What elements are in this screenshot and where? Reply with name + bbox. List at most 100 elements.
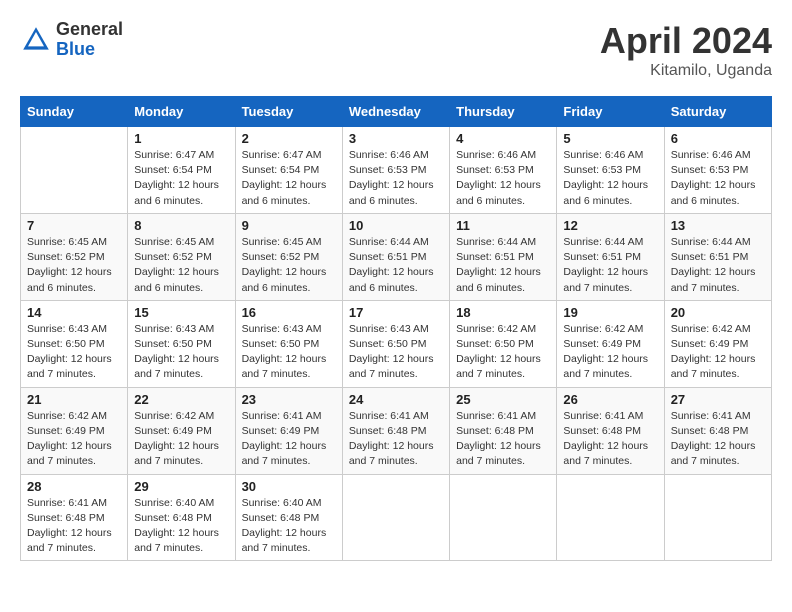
day-number: 3: [349, 131, 443, 146]
column-header-wednesday: Wednesday: [342, 97, 449, 127]
calendar-cell: 4 Sunrise: 6:46 AM Sunset: 6:53 PM Daylig…: [450, 127, 557, 214]
calendar-cell: 13 Sunrise: 6:44 AM Sunset: 6:51 PM Dayli…: [664, 213, 771, 300]
calendar-cell: 25 Sunrise: 6:41 AM Sunset: 6:48 PM Dayli…: [450, 387, 557, 474]
calendar-cell: 15 Sunrise: 6:43 AM Sunset: 6:50 PM Dayli…: [128, 300, 235, 387]
day-number: 12: [563, 218, 657, 233]
calendar-cell: 3 Sunrise: 6:46 AM Sunset: 6:53 PM Daylig…: [342, 127, 449, 214]
column-header-monday: Monday: [128, 97, 235, 127]
day-info: Sunrise: 6:47 AM Sunset: 6:54 PM Dayligh…: [134, 148, 228, 209]
column-header-saturday: Saturday: [664, 97, 771, 127]
day-number: 16: [242, 305, 336, 320]
calendar-cell: [664, 474, 771, 561]
calendar-cell: 28 Sunrise: 6:41 AM Sunset: 6:48 PM Dayli…: [21, 474, 128, 561]
calendar-table: SundayMondayTuesdayWednesdayThursdayFrid…: [20, 96, 772, 561]
day-number: 13: [671, 218, 765, 233]
month-title: April 2024: [600, 20, 772, 62]
calendar-cell: [342, 474, 449, 561]
calendar-cell: 17 Sunrise: 6:43 AM Sunset: 6:50 PM Dayli…: [342, 300, 449, 387]
column-header-sunday: Sunday: [21, 97, 128, 127]
calendar-cell: [450, 474, 557, 561]
day-info: Sunrise: 6:42 AM Sunset: 6:49 PM Dayligh…: [134, 409, 228, 470]
day-number: 8: [134, 218, 228, 233]
day-info: Sunrise: 6:44 AM Sunset: 6:51 PM Dayligh…: [349, 235, 443, 296]
day-info: Sunrise: 6:44 AM Sunset: 6:51 PM Dayligh…: [456, 235, 550, 296]
logo-icon: [20, 24, 52, 56]
day-info: Sunrise: 6:45 AM Sunset: 6:52 PM Dayligh…: [27, 235, 121, 296]
day-info: Sunrise: 6:41 AM Sunset: 6:49 PM Dayligh…: [242, 409, 336, 470]
day-info: Sunrise: 6:46 AM Sunset: 6:53 PM Dayligh…: [349, 148, 443, 209]
day-info: Sunrise: 6:44 AM Sunset: 6:51 PM Dayligh…: [563, 235, 657, 296]
day-info: Sunrise: 6:40 AM Sunset: 6:48 PM Dayligh…: [134, 496, 228, 557]
calendar-cell: 8 Sunrise: 6:45 AM Sunset: 6:52 PM Daylig…: [128, 213, 235, 300]
day-number: 10: [349, 218, 443, 233]
day-number: 26: [563, 392, 657, 407]
calendar-cell: 7Sunrise: 6:45 AM Sunset: 6:52 PM Daylig…: [21, 213, 128, 300]
calendar-cell: 22Sunrise: 6:42 AM Sunset: 6:49 PM Dayli…: [128, 387, 235, 474]
calendar-cell: 1 Sunrise: 6:47 AM Sunset: 6:54 PM Daylig…: [128, 127, 235, 214]
day-number: 4: [456, 131, 550, 146]
day-number: 6: [671, 131, 765, 146]
calendar-cell: 2 Sunrise: 6:47 AM Sunset: 6:54 PM Daylig…: [235, 127, 342, 214]
calendar-week-row: 21 Sunrise: 6:42 AM Sunset: 6:49 PM Dayli…: [21, 387, 772, 474]
calendar-cell: 9 Sunrise: 6:45 AM Sunset: 6:52 PM Daylig…: [235, 213, 342, 300]
day-info: Sunrise: 6:41 AM Sunset: 6:48 PM Dayligh…: [27, 496, 121, 557]
day-info: Sunrise: 6:46 AM Sunset: 6:53 PM Dayligh…: [671, 148, 765, 209]
day-info: Sunrise: 6:44 AM Sunset: 6:51 PM Dayligh…: [671, 235, 765, 296]
column-header-tuesday: Tuesday: [235, 97, 342, 127]
calendar-header-row: SundayMondayTuesdayWednesdayThursdayFrid…: [21, 97, 772, 127]
column-header-thursday: Thursday: [450, 97, 557, 127]
day-info: Sunrise: 6:41 AM Sunset: 6:48 PM Dayligh…: [456, 409, 550, 470]
calendar-week-row: 1 Sunrise: 6:47 AM Sunset: 6:54 PM Daylig…: [21, 127, 772, 214]
calendar-cell: 10 Sunrise: 6:44 AM Sunset: 6:51 PM Dayli…: [342, 213, 449, 300]
day-info: Sunrise: 6:43 AM Sunset: 6:50 PM Dayligh…: [242, 322, 336, 383]
day-number: 21: [27, 392, 121, 407]
logo: General Blue: [20, 20, 123, 60]
day-number: 20: [671, 305, 765, 320]
logo-blue: Blue: [56, 40, 123, 60]
calendar-cell: 11 Sunrise: 6:44 AM Sunset: 6:51 PM Dayli…: [450, 213, 557, 300]
day-info: Sunrise: 6:45 AM Sunset: 6:52 PM Dayligh…: [134, 235, 228, 296]
calendar-week-row: 7Sunrise: 6:45 AM Sunset: 6:52 PM Daylig…: [21, 213, 772, 300]
day-number: 5: [563, 131, 657, 146]
day-number: 15: [134, 305, 228, 320]
calendar-cell: 20Sunrise: 6:42 AM Sunset: 6:49 PM Dayli…: [664, 300, 771, 387]
day-info: Sunrise: 6:45 AM Sunset: 6:52 PM Dayligh…: [242, 235, 336, 296]
calendar-cell: 29Sunrise: 6:40 AM Sunset: 6:48 PM Dayli…: [128, 474, 235, 561]
day-info: Sunrise: 6:43 AM Sunset: 6:50 PM Dayligh…: [349, 322, 443, 383]
calendar-cell: 23Sunrise: 6:41 AM Sunset: 6:49 PM Dayli…: [235, 387, 342, 474]
calendar-cell: 26 Sunrise: 6:41 AM Sunset: 6:48 PM Dayli…: [557, 387, 664, 474]
page-header: General Blue April 2024 Kitamilo, Uganda: [20, 20, 772, 80]
day-number: 18: [456, 305, 550, 320]
day-number: 25: [456, 392, 550, 407]
day-info: Sunrise: 6:41 AM Sunset: 6:48 PM Dayligh…: [671, 409, 765, 470]
calendar-cell: 5 Sunrise: 6:46 AM Sunset: 6:53 PM Daylig…: [557, 127, 664, 214]
title-block: April 2024 Kitamilo, Uganda: [600, 20, 772, 80]
calendar-cell: 24Sunrise: 6:41 AM Sunset: 6:48 PM Dayli…: [342, 387, 449, 474]
day-info: Sunrise: 6:43 AM Sunset: 6:50 PM Dayligh…: [134, 322, 228, 383]
day-info: Sunrise: 6:40 AM Sunset: 6:48 PM Dayligh…: [242, 496, 336, 557]
logo-general: General: [56, 20, 123, 40]
calendar-cell: 16 Sunrise: 6:43 AM Sunset: 6:50 PM Dayli…: [235, 300, 342, 387]
day-number: 24: [349, 392, 443, 407]
day-number: 19: [563, 305, 657, 320]
day-number: 9: [242, 218, 336, 233]
calendar-cell: 27 Sunrise: 6:41 AM Sunset: 6:48 PM Dayli…: [664, 387, 771, 474]
day-info: Sunrise: 6:41 AM Sunset: 6:48 PM Dayligh…: [563, 409, 657, 470]
column-header-friday: Friday: [557, 97, 664, 127]
day-number: 27: [671, 392, 765, 407]
day-number: 2: [242, 131, 336, 146]
calendar-cell: 21Sunrise: 6:42 AM Sunset: 6:49 PM Dayli…: [21, 387, 128, 474]
day-info: Sunrise: 6:46 AM Sunset: 6:53 PM Dayligh…: [456, 148, 550, 209]
day-info: Sunrise: 6:47 AM Sunset: 6:54 PM Dayligh…: [242, 148, 336, 209]
day-number: 17: [349, 305, 443, 320]
day-number: 11: [456, 218, 550, 233]
calendar-cell: 18Sunrise: 6:42 AM Sunset: 6:50 PM Dayli…: [450, 300, 557, 387]
day-number: 1: [134, 131, 228, 146]
location: Kitamilo, Uganda: [600, 62, 772, 80]
day-number: 30: [242, 479, 336, 494]
day-info: Sunrise: 6:42 AM Sunset: 6:49 PM Dayligh…: [563, 322, 657, 383]
day-info: Sunrise: 6:43 AM Sunset: 6:50 PM Dayligh…: [27, 322, 121, 383]
day-info: Sunrise: 6:46 AM Sunset: 6:53 PM Dayligh…: [563, 148, 657, 209]
day-number: 28: [27, 479, 121, 494]
calendar-cell: [21, 127, 128, 214]
